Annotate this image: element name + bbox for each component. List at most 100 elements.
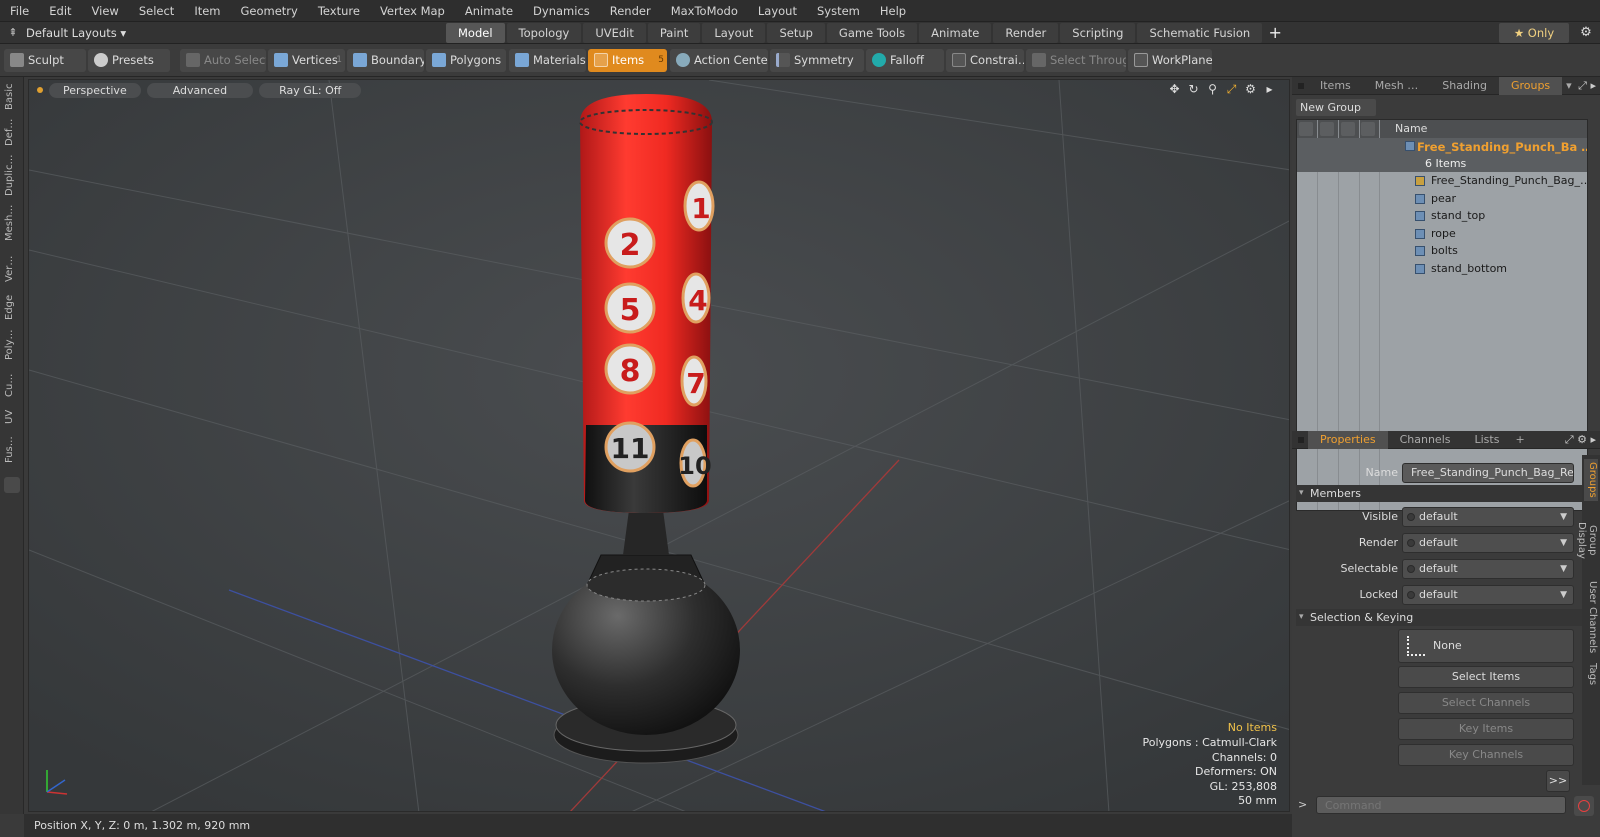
locked-dropdown[interactable]: default ▼ <box>1402 585 1574 605</box>
viewport-expand-icon[interactable]: ▸ <box>1260 82 1279 97</box>
side-tab-group-display[interactable]: Group Display <box>1576 505 1598 575</box>
fit-view-icon[interactable]: ⤢ <box>1222 82 1241 97</box>
polygons-button[interactable]: Polygons <box>426 49 506 72</box>
members-section[interactable]: Members <box>1296 485 1582 502</box>
tree-item[interactable]: rope <box>1297 225 1587 243</box>
tab-uv[interactable]: UV <box>4 405 20 429</box>
lock-col-icon[interactable] <box>1341 122 1355 136</box>
select-channels-button[interactable]: Select Channels <box>1398 692 1574 714</box>
tab-mesh[interactable]: Mesh… <box>4 201 20 245</box>
tab-game-tools[interactable]: Game Tools <box>826 23 918 43</box>
menu-render[interactable]: Render <box>600 0 661 22</box>
menu-file[interactable]: File <box>0 0 39 22</box>
tabs-dropdown-icon[interactable]: ▾ <box>1562 77 1576 95</box>
tab-topology[interactable]: Topology <box>506 23 582 43</box>
tab-deform[interactable]: Def… <box>4 115 20 149</box>
tab-animate[interactable]: Animate <box>919 23 992 43</box>
menu-animate[interactable]: Animate <box>455 0 523 22</box>
viewport-menu-dot[interactable] <box>37 87 43 93</box>
tab-setup[interactable]: Setup <box>767 23 825 43</box>
pin-icon[interactable]: ⇞ <box>0 26 26 39</box>
3d-viewport[interactable]: 2 5 8 1 4 7 11 10 Perspective Advanced R… <box>28 79 1290 812</box>
tab-properties[interactable]: Properties <box>1308 430 1388 449</box>
visibility-col-icon[interactable] <box>1299 122 1313 136</box>
visible-dropdown[interactable]: default ▼ <box>1402 507 1574 527</box>
none-button[interactable]: None <box>1398 629 1574 663</box>
render-dropdown[interactable]: default ▼ <box>1402 533 1574 553</box>
tab-paint[interactable]: Paint <box>647 23 701 43</box>
tab-uvedit[interactable]: UVEdit <box>583 23 646 43</box>
zoom-view-icon[interactable]: ⚲ <box>1203 82 1222 97</box>
items-button[interactable]: Items 5 <box>588 49 667 72</box>
tab-groups[interactable]: Groups <box>1498 76 1563 95</box>
auto-select-button[interactable]: Auto Select <box>180 49 266 72</box>
command-input[interactable] <box>1316 796 1566 814</box>
tab-edge[interactable]: Edge <box>4 291 20 323</box>
tree-item[interactable]: bolts <box>1297 242 1587 260</box>
menu-view[interactable]: View <box>82 0 129 22</box>
tab-mesh[interactable]: Mesh … <box>1363 77 1430 95</box>
action-center-button[interactable]: Action Center <box>670 49 768 72</box>
panel-gear-icon[interactable]: ⤢ ⚙ ▸ <box>1565 431 1596 449</box>
side-tab-groups[interactable]: Groups <box>1584 459 1598 501</box>
tab-duplicate[interactable]: Duplic… <box>4 153 20 197</box>
new-group-button[interactable]: New Group <box>1296 99 1376 116</box>
select-items-button[interactable]: Select Items <box>1398 666 1574 688</box>
name-field[interactable]: Free_Standing_Punch_Bag_Red ( <box>1402 463 1574 483</box>
presets-button[interactable]: Presets <box>88 49 170 72</box>
menu-geometry[interactable]: Geometry <box>231 0 308 22</box>
tab-vertex[interactable]: Ver… <box>4 249 20 289</box>
gear-icon[interactable]: ⚙ <box>1576 23 1596 43</box>
move-view-icon[interactable]: ✥ <box>1165 82 1184 97</box>
selectable-dropdown[interactable]: default ▼ <box>1402 559 1574 579</box>
tab-channels[interactable]: Channels <box>1388 431 1463 449</box>
sculpt-button[interactable]: Sculpt <box>4 49 86 72</box>
tab-polygon[interactable]: Poly… <box>4 325 20 365</box>
menu-texture[interactable]: Texture <box>308 0 370 22</box>
menu-dynamics[interactable]: Dynamics <box>523 0 600 22</box>
tab-curve[interactable]: Cu… <box>4 367 20 403</box>
selection-keying-section[interactable]: Selection & Keying <box>1296 609 1582 626</box>
side-tab-user-channels[interactable]: User Channels <box>1584 579 1598 655</box>
menu-help[interactable]: Help <box>870 0 916 22</box>
menu-select[interactable]: Select <box>129 0 184 22</box>
tab-scripting[interactable]: Scripting <box>1060 23 1136 43</box>
menu-edit[interactable]: Edit <box>39 0 81 22</box>
key-channels-button[interactable]: Key Channels <box>1398 744 1574 766</box>
tab-lists[interactable]: Lists <box>1463 431 1512 449</box>
menu-vertex-map[interactable]: Vertex Map <box>370 0 455 22</box>
side-tab-tags[interactable]: Tags <box>1584 659 1598 689</box>
boundary-button[interactable]: Boundary <box>347 49 424 72</box>
tab-layout[interactable]: Layout <box>702 23 766 43</box>
tree-item[interactable]: Free_Standing_Punch_Bag_… <box>1297 172 1587 190</box>
rotate-view-icon[interactable]: ↻ <box>1184 82 1203 97</box>
vertices-button[interactable]: Vertices 1 <box>268 49 345 72</box>
menu-system[interactable]: System <box>807 0 870 22</box>
key-items-button[interactable]: Key Items <box>1398 718 1574 740</box>
tab-fusion[interactable]: Fus… <box>4 431 20 469</box>
constraints-button[interactable]: Constrai… <box>946 49 1024 72</box>
record-macro-button[interactable] <box>1574 796 1594 816</box>
menu-item[interactable]: Item <box>184 0 230 22</box>
add-tab-icon[interactable]: + <box>1511 431 1528 449</box>
symmetry-button[interactable]: Symmetry <box>770 49 864 72</box>
materials-button[interactable]: Materials <box>509 49 586 72</box>
panel-expand-icon[interactable]: ⤢ ▸ <box>1578 77 1596 95</box>
menu-maxtomodo[interactable]: MaxToModo <box>661 0 748 22</box>
more-button[interactable]: >> <box>1546 770 1570 792</box>
tab-render[interactable]: Render <box>993 23 1059 43</box>
tab-shading[interactable]: Shading <box>1430 77 1499 95</box>
tree-item[interactable]: stand_top <box>1297 207 1587 225</box>
viewport-gear-icon[interactable]: ⚙ <box>1241 82 1260 97</box>
layout-dropdown[interactable]: Default Layouts ▾ <box>26 26 136 40</box>
menu-layout[interactable]: Layout <box>748 0 807 22</box>
strip-expand-button[interactable] <box>4 477 20 493</box>
add-tab-icon[interactable]: + <box>1264 23 1286 43</box>
tab-items[interactable]: Items <box>1308 77 1363 95</box>
tab-schematic-fusion[interactable]: Schematic Fusion <box>1137 23 1263 43</box>
tab-model[interactable]: Model <box>446 23 505 43</box>
perspective-button[interactable]: Perspective <box>49 82 141 98</box>
advanced-button[interactable]: Advanced <box>146 82 254 98</box>
only-button[interactable]: ★ Only <box>1499 23 1569 43</box>
raygl-button[interactable]: Ray GL: Off <box>259 82 362 98</box>
